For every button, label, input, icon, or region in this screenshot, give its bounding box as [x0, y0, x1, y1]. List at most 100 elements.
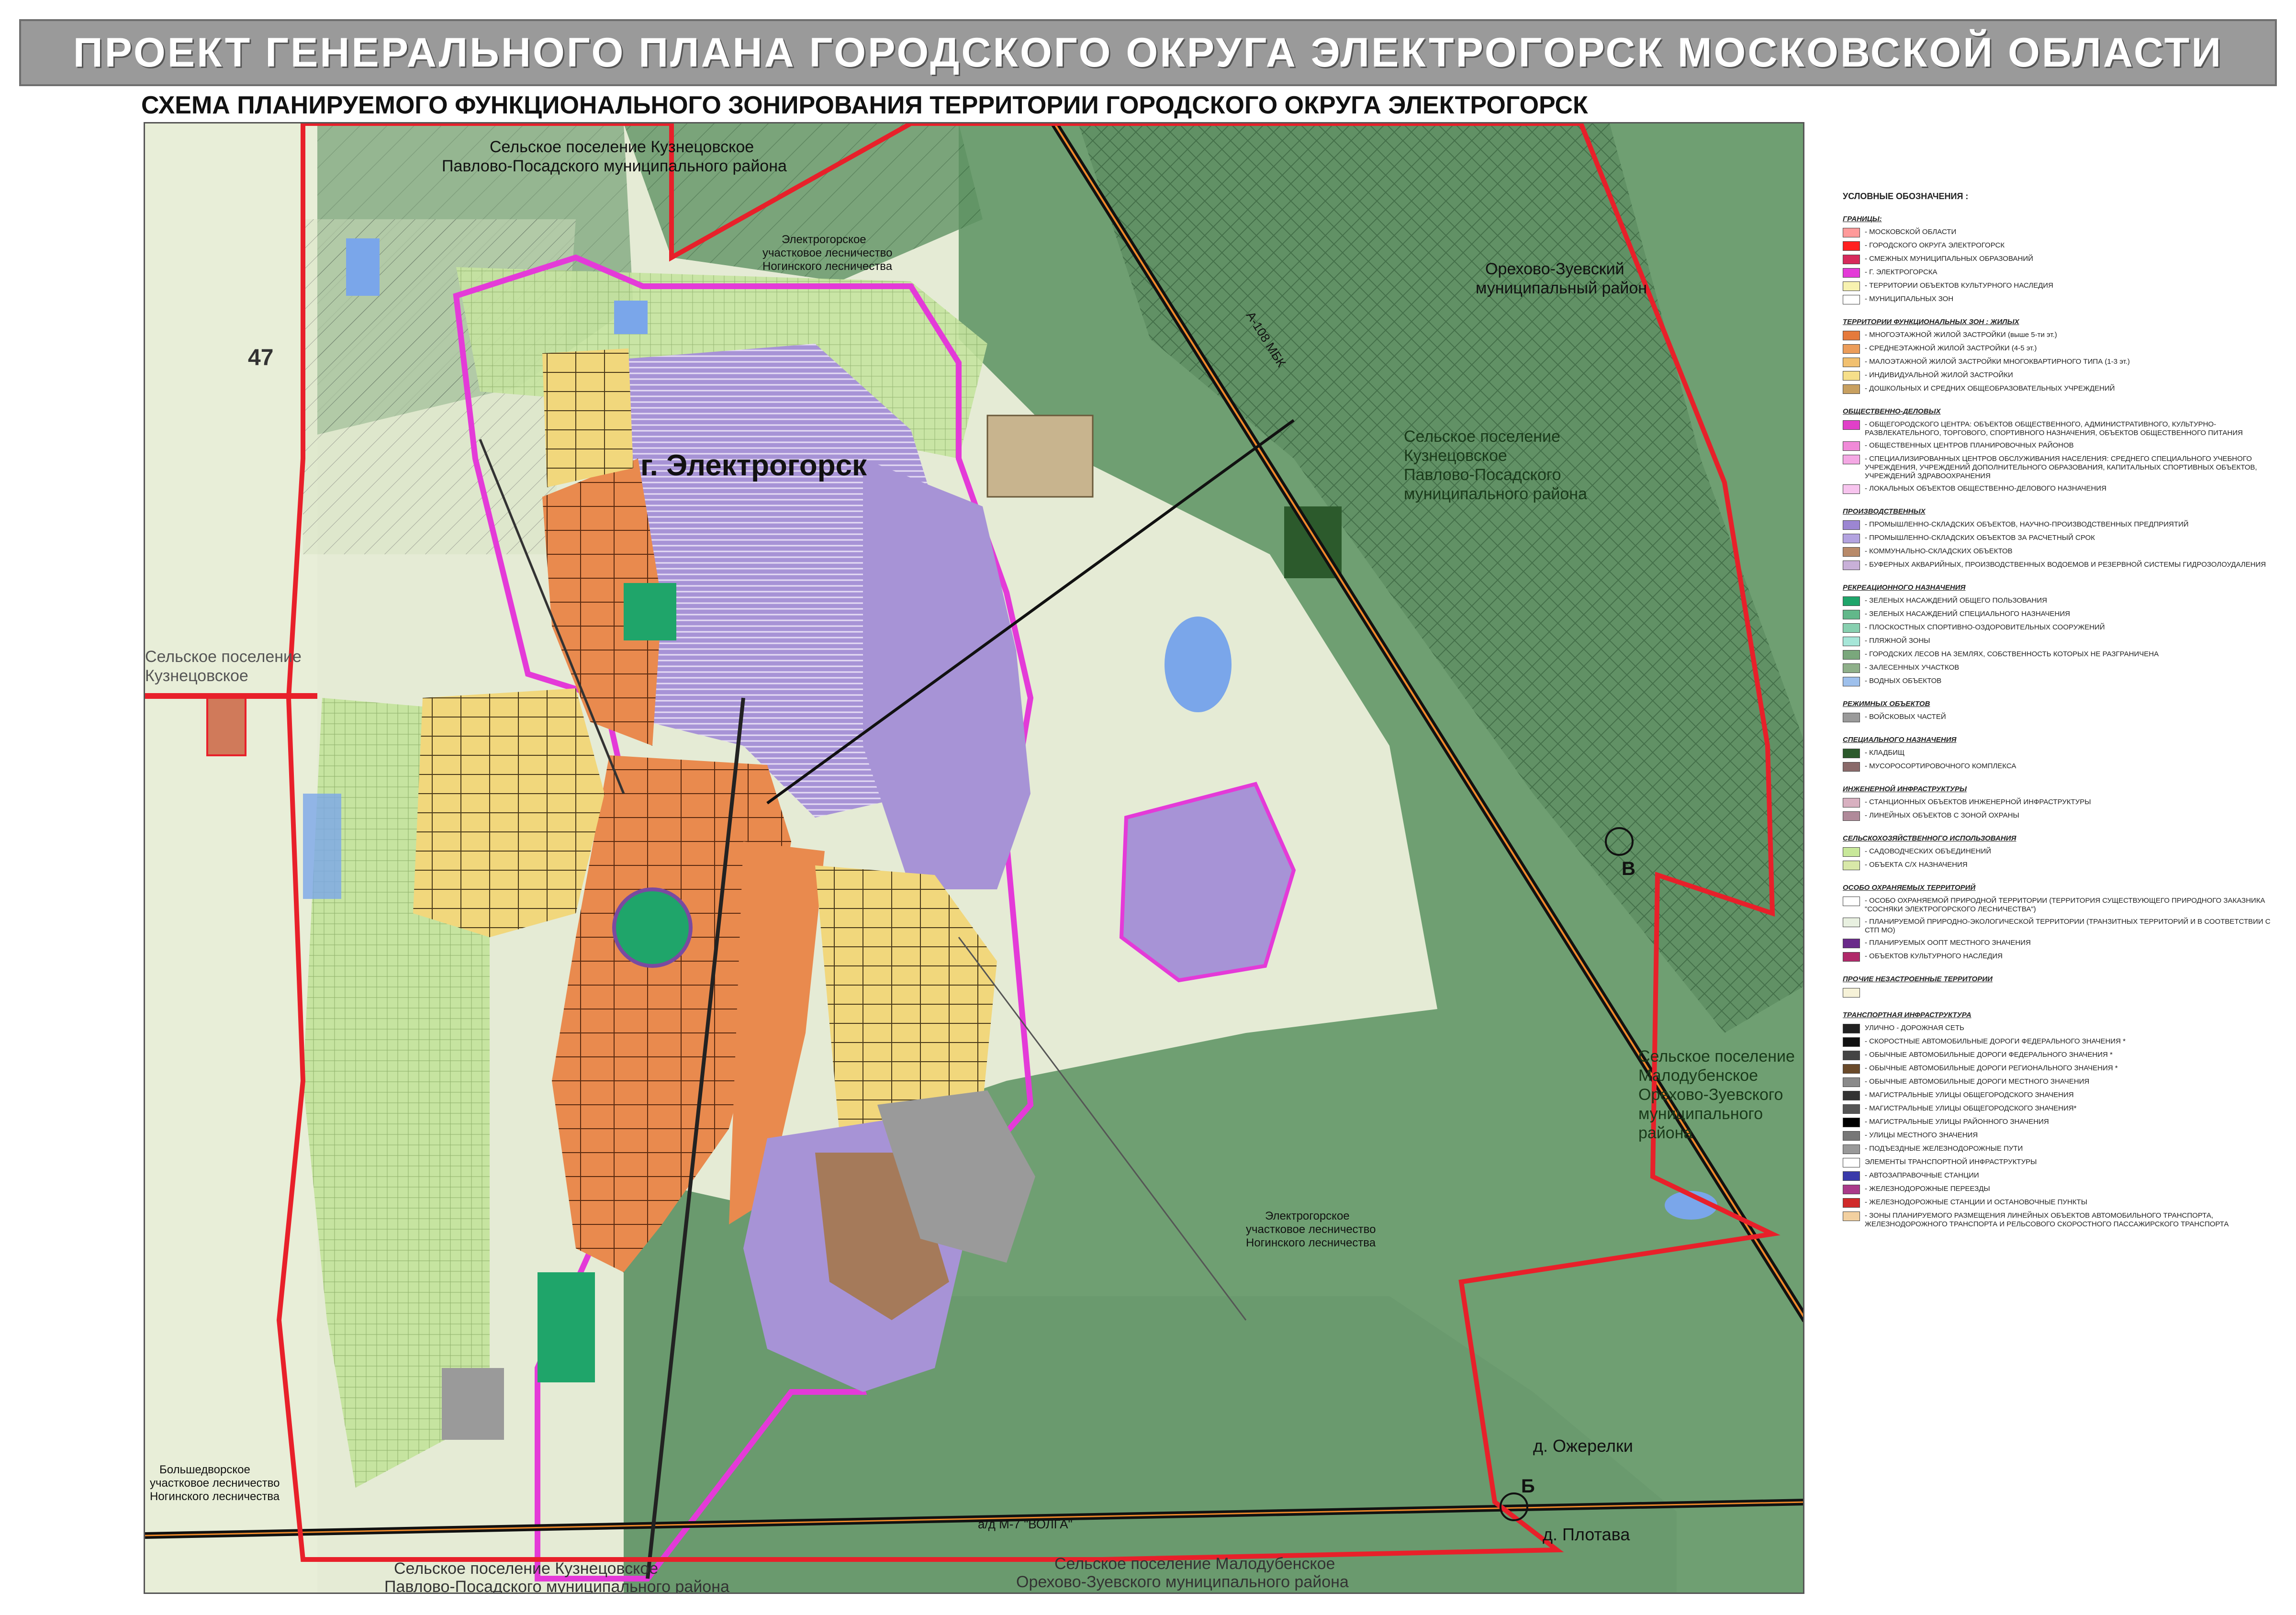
- legend-item-label: - КОММУНАЛЬНО-СКЛАДСКИХ ОБЪЕКТОВ: [1865, 547, 2013, 555]
- legend-swatch: [1843, 1104, 1860, 1114]
- title-banner: ПРОЕКТ ГЕНЕРАЛЬНОГО ПЛАНА ГОРОДСКОГО ОКР…: [19, 19, 2277, 86]
- legend-section-heading: ГРАНИЦЫ:: [1843, 215, 1882, 223]
- legend-item-label: - ПЛОСКОСТНЫХ СПОРТИВНО-ОЗДОРОВИТЕЛЬНЫХ …: [1865, 623, 2105, 631]
- label-kuz-right-4: муниципального района: [1404, 485, 1587, 503]
- label-pavlovo-top: Павлово-Посадского муниципального района: [442, 157, 787, 175]
- legend-swatch: [1843, 677, 1860, 686]
- legend-item: - МАЛОЭТАЖНОЙ ЖИЛОЙ ЗАСТРОЙКИ МНОГОКВАРТ…: [1843, 358, 2293, 367]
- military-area-sw[interactable]: [442, 1368, 504, 1440]
- label-kuz-left-1: Сельское поселение: [145, 648, 302, 666]
- label-point-b: Б: [1521, 1476, 1535, 1497]
- lake-east: [1165, 617, 1232, 712]
- legend-item: - ОБЫЧНЫЕ АВТОМОБИЛЬНЫЕ ДОРОГИ МЕСТНОГО …: [1843, 1077, 2293, 1087]
- label-kuz-right-3: Павлово-Посадского: [1404, 466, 1561, 484]
- legend-item-label: - ИНДИВИДУАЛЬНОЙ ЖИЛОЙ ЗАСТРОЙКИ: [1865, 371, 2013, 379]
- label-kuz-right-2: Кузнецовское: [1404, 447, 1507, 465]
- individual-housing-west[interactable]: [413, 688, 605, 937]
- legend-item: - ЛОКАЛЬНЫХ ОБЪЕКТОВ ОБЩЕСТВЕННО-ДЕЛОВОГ…: [1843, 484, 2293, 494]
- legend-item-label: - УЛИЦЫ МЕСТНОГО ЗНАЧЕНИЯ: [1865, 1131, 1978, 1139]
- legend-item-label: - ЗОНЫ ПЛАНИРУЕМОГО РАЗМЕЩЕНИЯ ЛИНЕЙНЫХ …: [1865, 1211, 2229, 1228]
- legend-item-label: - ВОДНЫХ ОБЪЕКТОВ: [1865, 677, 1942, 685]
- label-kuz-right-1: Сельское поселение: [1404, 427, 1560, 446]
- legend-section-heading: ТРАНСПОРТНАЯ ИНФРАСТРУКТУРА: [1843, 1011, 1971, 1019]
- legend-swatch: [1843, 441, 1860, 451]
- legend-swatch: [1843, 596, 1860, 606]
- sanitary-grid[interactable]: [206, 697, 246, 756]
- legend-item: - ГОРОДСКОГО ОКРУГА ЭЛЕКТРОГОРСК: [1843, 241, 2293, 251]
- industrial-east-patch[interactable]: [1119, 782, 1296, 983]
- legend-item: - МУСОРОСОРТИРОВОЧНОГО КОМПЛЕКСА: [1843, 762, 2293, 772]
- legend-item: ЭЛЕМЕНТЫ ТРАНСПОРТНОЙ ИНФРАСТРУКТУРЫ: [1843, 1158, 2293, 1167]
- legend-swatch: [1843, 952, 1860, 962]
- legend-item-label: - ЗЕЛЕНЫХ НАСАЖДЕНИЙ ОБЩЕГО ПОЛЬЗОВАНИЯ: [1865, 596, 2047, 605]
- legend-swatch: [1843, 255, 1860, 264]
- water-west: [303, 794, 341, 899]
- legend-item: - ОБЩЕСТВЕННЫХ ЦЕНТРОВ ПЛАНИРОВОЧНЫХ РАЙ…: [1843, 441, 2293, 451]
- legend-item: - СРЕДНЕЭТАЖНОЙ ЖИЛОЙ ЗАСТРОЙКИ (4-5 эт.…: [1843, 344, 2293, 354]
- legend-item-label: - ПЛАНИРУЕМЫХ ООПТ МЕСТНОГО ЗНАЧЕНИЯ: [1865, 939, 2031, 947]
- legend-swatch: [1843, 371, 1860, 381]
- legend-panel: УСЛОВНЫЕ ОБОЗНАЧЕНИЯ : ГРАНИЦЫ: - МОСКОВС…: [1814, 124, 2293, 1599]
- legend-item: - Г. ЭЛЕКТРОГОРСКА: [1843, 268, 2293, 278]
- label-malod-5: района: [1638, 1124, 1692, 1142]
- individual-housing-north[interactable]: [542, 348, 633, 487]
- legend-swatch: [1843, 241, 1860, 251]
- legend-item: - ЖЕЛЕЗНОДОРОЖНЫЕ СТАНЦИИ И ОСТАНОВОЧНЫЕ…: [1843, 1198, 2293, 1208]
- legend-item: - ВОЙСКОВЫХ ЧАСТЕЙ: [1843, 713, 2293, 722]
- label-forestry-top-3: Ногинского лесничества: [762, 260, 893, 273]
- zoning-map[interactable]: г. Электрогорск Сельское поселение Кузне…: [145, 123, 1804, 1594]
- legend-swatch: [1843, 1131, 1860, 1141]
- park-west-1[interactable]: [538, 1272, 595, 1382]
- legend-item: [1843, 988, 2293, 998]
- legend-swatch: [1843, 281, 1860, 291]
- park-north[interactable]: [624, 583, 676, 640]
- legend-title: УСЛОВНЫЕ ОБОЗНАЧЕНИЯ :: [1843, 191, 1969, 201]
- legend-item: - САДОВОДЧЕСКИХ ОБЪЕДИНЕНИЙ: [1843, 847, 2293, 857]
- legend-swatch: [1843, 344, 1860, 354]
- legend-item: - КЛАДБИЩ: [1843, 749, 2293, 758]
- legend-item-label: - ЖЕЛЕЗНОДОРОЖНЫЕ ПЕРЕЕЗДЫ: [1865, 1185, 1990, 1193]
- legend-swatch: [1843, 610, 1860, 619]
- label-ozherelki: д. Ожерелки: [1533, 1436, 1633, 1456]
- legend-item: - СПЕЦИАЛИЗИРОВАННЫХ ЦЕНТРОВ ОБСЛУЖИВАНИ…: [1843, 455, 2293, 481]
- legend-swatch: [1843, 811, 1860, 821]
- label-bottom-kuz-1: Сельское поселение Кузнецовское: [394, 1559, 658, 1578]
- park-center[interactable]: [612, 887, 693, 968]
- legend-item-label: - СРЕДНЕЭТАЖНОЙ ЖИЛОЙ ЗАСТРОЙКИ (4-5 эт.…: [1865, 344, 2037, 352]
- label-city: г. Электрогорск: [640, 449, 867, 482]
- legend-item: - ОБЫЧНЫЕ АВТОМОБИЛЬНЫЕ ДОРОГИ ФЕДЕРАЛЬН…: [1843, 1051, 2293, 1060]
- map-frame[interactable]: г. Электрогорск Сельское поселение Кузне…: [144, 122, 1804, 1594]
- label-malod-4: муниципального: [1638, 1105, 1763, 1123]
- label-bottom-kuz-2: Павлово-Посадского муниципального района: [384, 1578, 729, 1594]
- legend-section-heading: СЕЛЬСКОХОЗЯЙСТВЕННОГО ИСПОЛЬЗОВАНИЯ: [1843, 834, 2016, 842]
- legend-swatch: [1843, 847, 1860, 857]
- legend-item-label: - БУФЕРНЫХ АКВАРИЙНЫХ, ПРОИЗВОДСТВЕННЫХ …: [1865, 561, 2266, 569]
- label-orekhovo-2: муниципальный район: [1476, 279, 1647, 297]
- legend-swatch: [1843, 534, 1860, 543]
- legend-item-label: - МАГИСТРАЛЬНЫЕ УЛИЦЫ РАЙОННОГО ЗНАЧЕНИЯ: [1865, 1118, 2049, 1126]
- legend-swatch: [1843, 861, 1860, 870]
- label-kuz-left-2: Кузнецовское: [145, 667, 248, 685]
- map-subtitle: СХЕМА ПЛАНИРУЕМОГО ФУНКЦИОНАЛЬНОГО ЗОНИР…: [141, 91, 1588, 119]
- legend-item: - ЖЕЛЕЗНОДОРОЖНЫЕ ПЕРЕЕЗДЫ: [1843, 1185, 2293, 1194]
- legend-item: - ВОДНЫХ ОБЪЕКТОВ: [1843, 677, 2293, 686]
- utility-complex-ne[interactable]: [986, 415, 1094, 498]
- legend-item-label: - ОБЪЕКТОВ КУЛЬТУРНОГО НАСЛЕДИЯ: [1865, 952, 2003, 960]
- legend-item: - МОСКОВСКОЙ ОБЛАСТИ: [1843, 228, 2293, 237]
- legend-section-heading: ОСОБО ОХРАНЯЕМЫХ ТЕРРИТОРИЙ: [1843, 884, 1976, 892]
- legend-item-label: - ПОДЪЕЗДНЫЕ ЖЕЛЕЗНОДОРОЖНЫЕ ПУТИ: [1865, 1144, 2023, 1153]
- legend-item-label: - ГОРОДСКОГО ОКРУГА ЭЛЕКТРОГОРСК: [1865, 241, 2005, 249]
- legend-swatch: [1843, 520, 1860, 530]
- legend-item-label: - СТАНЦИОННЫХ ОБЪЕКТОВ ИНЖЕНЕРНОЙ ИНФРАС…: [1865, 798, 2091, 806]
- legend-item-label: - ОБЫЧНЫЕ АВТОМОБИЛЬНЫЕ ДОРОГИ ФЕДЕРАЛЬН…: [1865, 1051, 2113, 1059]
- legend-item: - ЗЕЛЕНЫХ НАСАЖДЕНИЙ ОБЩЕГО ПОЛЬЗОВАНИЯ: [1843, 596, 2293, 606]
- legend-section-heading: ПРОЧИЕ НЕЗАСТРОЕННЫЕ ТЕРРИТОРИИ: [1843, 975, 1993, 983]
- legend-item: - ПРОМЫШЛЕННО-СКЛАДСКИХ ОБЪЕКТОВ ЗА РАСЧ…: [1843, 534, 2293, 543]
- legend-item: - СТАНЦИОННЫХ ОБЪЕКТОВ ИНЖЕНЕРНОЙ ИНФРАС…: [1843, 798, 2293, 808]
- legend-item-label: - ПРОМЫШЛЕННО-СКЛАДСКИХ ОБЪЕКТОВ ЗА РАСЧ…: [1865, 534, 2095, 542]
- legend-section-heading: ОБЩЕСТВЕННО-ДЕЛОВЫХ: [1843, 407, 1941, 415]
- legend-item-label: - Г. ЭЛЕКТРОГОРСКА: [1865, 268, 1938, 276]
- legend-item: - КОММУНАЛЬНО-СКЛАДСКИХ ОБЪЕКТОВ: [1843, 547, 2293, 557]
- water-north-1: [346, 238, 380, 296]
- water-north-2: [614, 301, 648, 334]
